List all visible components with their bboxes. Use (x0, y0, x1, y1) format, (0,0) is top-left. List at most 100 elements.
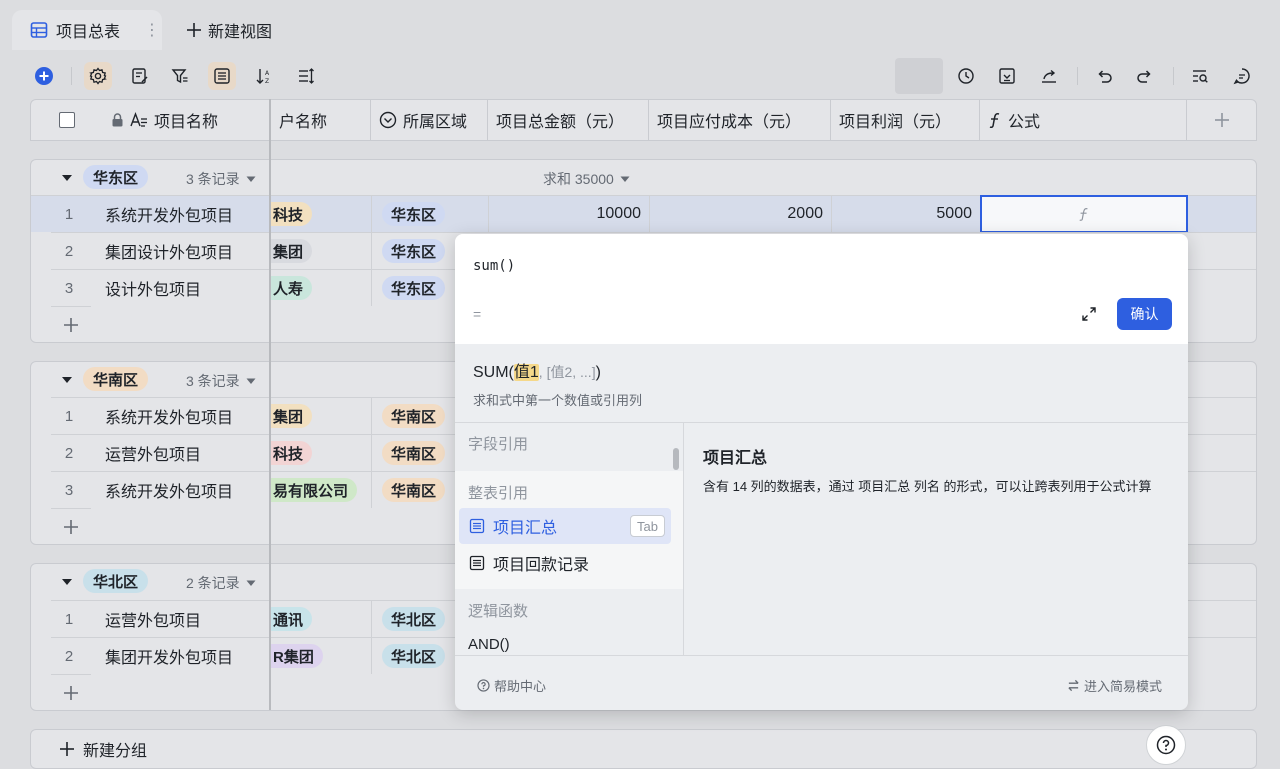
column-header-formula[interactable]: 公式 (980, 100, 1187, 140)
caret-down-icon[interactable] (61, 174, 73, 182)
row-client[interactable]: 通讯 (271, 601, 371, 637)
column-title: 公式 (1008, 114, 1041, 131)
row-profit[interactable]: 5000 (831, 196, 980, 232)
undo-icon (1098, 70, 1112, 83)
new-group-button[interactable]: 新建分组 (30, 729, 1257, 769)
column-title: 项目名称 (154, 114, 219, 131)
column-header-total[interactable]: 项目总金额（元） (488, 100, 649, 140)
region-chip: 华东区 (382, 239, 446, 263)
comment-button[interactable] (1228, 62, 1256, 90)
help-center-label: 帮助中心 (494, 679, 547, 694)
column-title: 户名称 (279, 114, 328, 131)
suggestion-item-project-summary[interactable]: 项目汇总 Tab (459, 508, 671, 544)
row-project-name[interactable]: 系统开发外包项目 (105, 472, 233, 508)
settings-button[interactable] (84, 62, 112, 90)
add-row-button[interactable] (51, 674, 91, 710)
add-record-button[interactable] (30, 62, 58, 90)
undo-button[interactable] (1090, 62, 1118, 90)
row-formula-cell[interactable] (980, 195, 1188, 233)
client-chip: 通讯 (271, 607, 313, 631)
frozen-column-divider[interactable] (269, 99, 271, 710)
row-project-name[interactable]: 系统开发外包项目 (105, 398, 233, 434)
new-view-button[interactable]: 新建视图 (186, 10, 272, 50)
filter-button[interactable] (166, 62, 194, 90)
svg-text:A: A (265, 70, 270, 77)
group-count[interactable]: 2 条记录 (186, 573, 256, 593)
table-row[interactable]: 1 系统开发外包项目 科技 华东区 10000 2000 5000 (31, 195, 1256, 233)
row-project-name[interactable]: 运营外包项目 (105, 435, 201, 471)
detail-title: 项目汇总 (703, 450, 768, 467)
gear-icon (89, 67, 107, 85)
add-column-button[interactable] (1187, 100, 1257, 140)
suggestion-item-and[interactable]: AND() (468, 636, 510, 653)
row-project-name[interactable]: 集团开发外包项目 (105, 638, 233, 674)
row-client[interactable]: 科技 (271, 196, 371, 232)
caret-down-icon (246, 176, 256, 182)
row-number: 1 (64, 205, 74, 223)
share-button[interactable] (1035, 62, 1063, 90)
row-client[interactable]: 人寿 (271, 270, 371, 306)
plus-icon (60, 742, 74, 756)
column-header-cost[interactable]: 项目应付成本（元） (649, 100, 831, 140)
help-center-link[interactable]: 帮助中心 (477, 676, 546, 695)
caret-down-icon[interactable] (61, 578, 73, 586)
search-button[interactable] (1186, 62, 1214, 90)
signature-end: ) (595, 364, 601, 381)
group-button[interactable] (208, 62, 236, 90)
add-row-button[interactable] (51, 508, 91, 544)
row-region[interactable]: 华东区 (371, 196, 488, 232)
formula-input[interactable]: sum() (473, 258, 515, 274)
row-client[interactable]: R集团 (271, 638, 371, 674)
export-button[interactable] (993, 62, 1021, 90)
signature-param: 值1 (513, 364, 539, 381)
suggestion-item-payment-records[interactable]: 项目回款记录 (459, 545, 671, 581)
row-cost[interactable]: 2000 (649, 196, 831, 232)
grid-table-icon (30, 22, 48, 38)
row-project-name[interactable]: 集团设计外包项目 (105, 233, 233, 269)
view-tab-bar: 项目总表 ⋮ 新建视图 (0, 0, 1280, 58)
history-button[interactable] (952, 62, 980, 90)
row-project-name[interactable]: 设计外包项目 (105, 270, 201, 306)
row-total[interactable]: 10000 (488, 196, 649, 232)
simple-mode-link[interactable]: 进入简易模式 (1067, 676, 1162, 695)
column-header-client[interactable]: 户名称 (271, 100, 371, 140)
comment-icon (1233, 68, 1250, 85)
select-all-checkbox[interactable] (59, 112, 75, 128)
signature-fn: SUM( (473, 364, 514, 381)
group-summary[interactable]: 求和 35000 (543, 169, 630, 189)
scrollbar-thumb[interactable] (673, 448, 679, 470)
formula-result: = (473, 306, 482, 322)
sort-icon: AZ (256, 69, 270, 85)
tab-project-table[interactable]: 项目总表 ⋮ (12, 10, 162, 50)
group-count[interactable]: 3 条记录 (186, 169, 256, 189)
toolbar-divider (1173, 67, 1174, 85)
field-config-button[interactable] (126, 62, 154, 90)
tab-key-hint: Tab (630, 515, 665, 537)
redo-button[interactable] (1131, 62, 1159, 90)
region-chip: 华东区 (382, 202, 446, 226)
row-project-name[interactable]: 运营外包项目 (105, 601, 201, 637)
column-header-profit[interactable]: 项目利润（元） (831, 100, 980, 140)
row-height-button[interactable] (292, 62, 320, 90)
signature-optional: , [值2, ...] (538, 364, 596, 380)
row-client[interactable]: 集团 (271, 398, 371, 434)
column-header-name[interactable]: 项目名称 (103, 100, 271, 140)
row-number: 1 (64, 610, 74, 628)
plus-icon (64, 685, 78, 700)
divider (455, 655, 1188, 656)
column-header-region[interactable]: 所属区域 (371, 100, 488, 140)
expand-button[interactable] (1077, 302, 1101, 326)
row-client[interactable]: 集团 (271, 233, 371, 269)
sort-button[interactable]: AZ (250, 62, 278, 90)
row-project-name[interactable]: 系统开发外包项目 (105, 196, 233, 232)
more-icon[interactable]: ⋮ (144, 20, 160, 40)
add-row-button[interactable] (51, 306, 91, 342)
question-icon (1156, 735, 1176, 755)
caret-down-icon[interactable] (61, 376, 73, 384)
row-client[interactable]: 科技 (271, 435, 371, 471)
suggestion-label: 项目回款记录 (493, 557, 590, 574)
help-button[interactable] (1146, 725, 1186, 765)
confirm-button[interactable]: 确认 (1117, 298, 1172, 330)
group-count[interactable]: 3 条记录 (186, 371, 256, 391)
row-client[interactable]: 易有限公司 (271, 472, 371, 508)
